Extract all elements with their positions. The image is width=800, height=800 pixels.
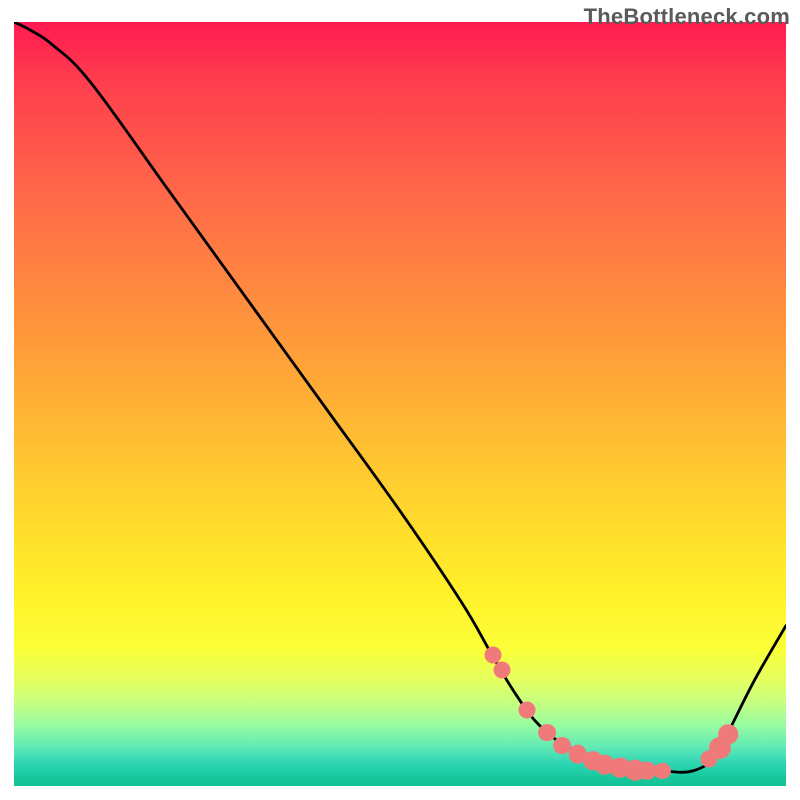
watermark-text: TheBottleneck.com [584,4,790,30]
plot-area [14,22,786,786]
chart-container: TheBottleneck.com [0,0,800,800]
gradient-background [14,22,786,786]
